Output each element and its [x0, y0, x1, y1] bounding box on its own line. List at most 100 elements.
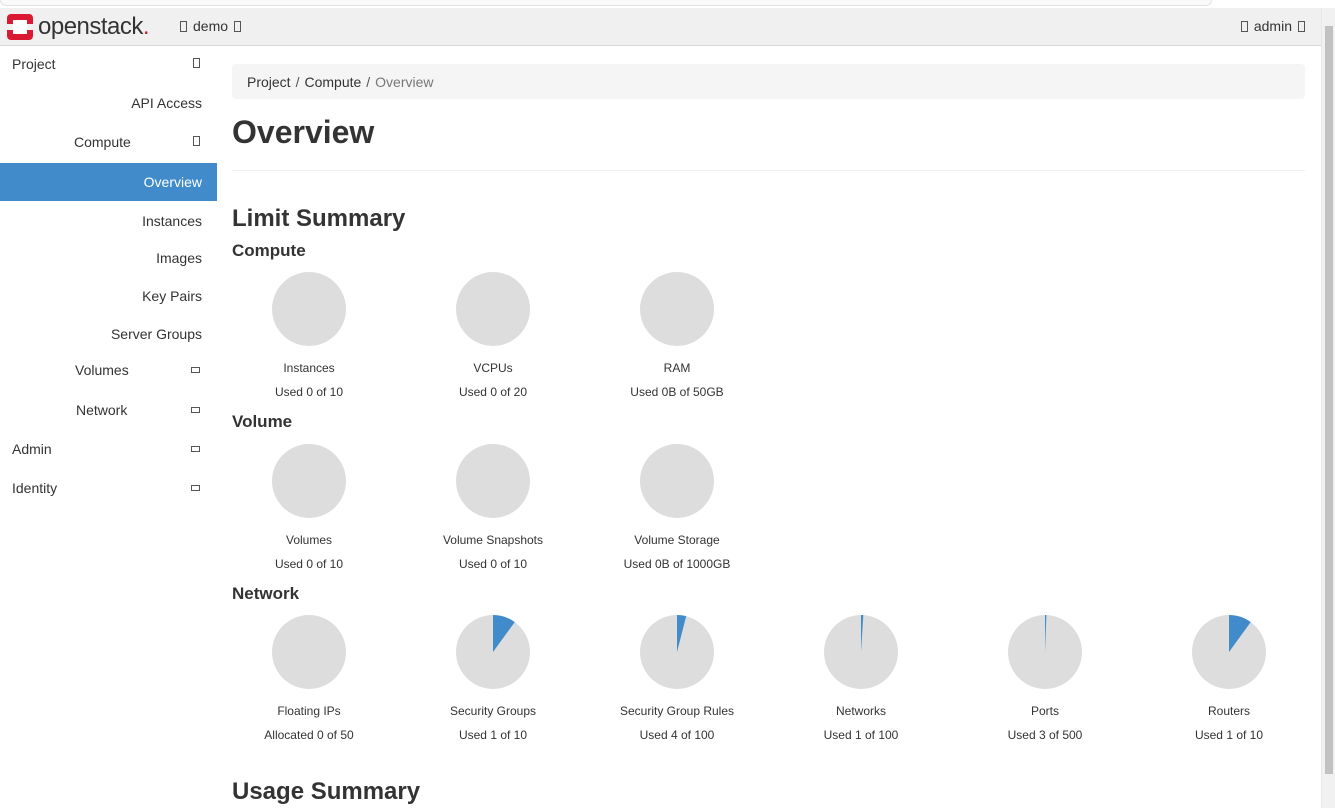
brand-logo[interactable]: openstack.: [6, 12, 150, 42]
pie-remaining-slice: [272, 615, 346, 689]
breadcrumb-separator: /: [295, 73, 300, 90]
caret-down-icon: [234, 20, 242, 32]
pie-graphic: [456, 272, 530, 346]
brand-text: openstack.: [38, 13, 150, 40]
pie-remaining-slice: [272, 272, 346, 346]
pie-usage-text: Used 1 of 10: [1194, 728, 1264, 742]
top-navbar: openstack. demo admin: [0, 8, 1321, 46]
pie-chart-volumes: Volumes Used 0 of 10: [224, 443, 394, 571]
pie-chart-ports: Ports Used 3 of 500: [960, 614, 1130, 742]
pie-graphic: [1192, 615, 1266, 689]
pie-graphic: [640, 615, 714, 689]
network-heading: Network: [232, 584, 300, 603]
pie-chart-networks: Networks Used 1 of 100: [776, 614, 946, 742]
chevron-right-icon: [191, 443, 200, 455]
pie-usage-text: Allocated 0 of 50: [264, 728, 354, 742]
chevron-right-icon: [191, 404, 200, 416]
sidebar-item-images[interactable]: Images: [0, 240, 217, 276]
sidebar-item-admin[interactable]: Admin: [0, 431, 217, 467]
pie-graphic: [272, 444, 346, 518]
pie-usage-text: Used 0 of 10: [274, 385, 344, 399]
pie-graphic: [456, 444, 530, 518]
pie-label: Routers: [1207, 704, 1251, 718]
pie-chart-instances: Instances Used 0 of 10: [224, 271, 394, 399]
page-title: Overview: [232, 114, 375, 150]
sidebar-item-api-access[interactable]: API Access: [0, 85, 217, 121]
limit-summary-heading: Limit Summary: [232, 205, 406, 232]
pie-chart-ram: RAM Used 0B of 50GB: [592, 271, 762, 399]
pie-graphic: [1008, 615, 1082, 689]
pie-label: Security Groups: [449, 704, 537, 718]
pie-graphic: [272, 615, 346, 689]
pie-usage-text: Used 1 of 100: [823, 728, 899, 742]
pie-label: Networks: [835, 704, 886, 718]
sidebar-item-volumes[interactable]: Volumes: [0, 352, 217, 388]
pie-label: Volume Storage: [634, 533, 720, 547]
pie-graphic: [272, 272, 346, 346]
pie-chart-volume-snapshots: Volume Snapshots Used 0 of 10: [408, 443, 578, 571]
volume-heading: Volume: [232, 412, 293, 431]
pie-chart-floating-ips: Floating IPs Allocated 0 of 50: [224, 614, 394, 742]
pie-usage-text: Used 0 of 20: [458, 385, 528, 399]
pie-label: Volume Snapshots: [442, 533, 544, 547]
breadcrumb-separator: /: [366, 73, 371, 90]
breadcrumb-compute[interactable]: Compute: [304, 74, 361, 90]
divider: [232, 170, 1305, 171]
chevron-down-icon: [193, 135, 200, 149]
pie-label: Ports: [1030, 704, 1059, 718]
pie-graphic: [640, 444, 714, 518]
pie-label: Floating IPs: [277, 704, 341, 718]
pie-label: VCPUs: [473, 361, 513, 375]
project-name: demo: [193, 18, 229, 34]
sidebar-item-overview[interactable]: Overview: [0, 163, 217, 201]
pie-usage-text: Used 0 of 10: [458, 557, 528, 571]
sidebar-item-identity[interactable]: Identity: [0, 470, 217, 506]
pie-usage-text: Used 4 of 100: [639, 728, 715, 742]
breadcrumb-current: Overview: [375, 73, 434, 90]
sidebar: Project API Access Compute Overview Inst…: [0, 46, 217, 808]
sidebar-item-instances[interactable]: Instances: [0, 203, 217, 239]
pie-chart-security-group-rules: Security Group Rules Used 4 of 100: [592, 614, 762, 742]
project-selector[interactable]: demo: [180, 18, 242, 34]
caret-down-icon: [1298, 20, 1305, 32]
sidebar-item-key-pairs[interactable]: Key Pairs: [0, 278, 217, 314]
chevron-down-icon: [193, 57, 200, 71]
chevron-right-icon: [191, 482, 200, 494]
pie-chart-volume-storage: Volume Storage Used 0B of 1000GB: [592, 443, 762, 571]
sidebar-item-network[interactable]: Network: [0, 392, 217, 428]
pie-label: Instances: [283, 361, 335, 375]
breadcrumb-project[interactable]: Project: [247, 74, 291, 90]
chevron-right-icon: [191, 364, 200, 376]
pie-remaining-slice: [640, 444, 714, 518]
user-name: admin: [1253, 18, 1292, 34]
pie-label: RAM: [663, 361, 691, 375]
pie-graphic: [456, 615, 530, 689]
pie-chart-security-groups: Security Groups Used 1 of 10: [408, 614, 578, 742]
pie-remaining-slice: [640, 272, 714, 346]
pie-remaining-slice: [456, 444, 530, 518]
pie-chart-vcpus: VCPUs Used 0 of 20: [408, 271, 578, 399]
browser-top-strip: [0, 0, 1335, 8]
pie-usage-text: Used 1 of 10: [458, 728, 528, 742]
sidebar-item-project[interactable]: Project: [0, 46, 217, 82]
sidebar-item-compute[interactable]: Compute: [0, 124, 217, 160]
openstack-logo-icon: [7, 14, 33, 40]
pie-usage-text: Used 0 of 10: [274, 557, 344, 571]
project-icon: [180, 20, 187, 32]
pie-remaining-slice: [272, 444, 346, 518]
pie-usage-text: Used 0B of 50GB: [630, 385, 724, 399]
compute-heading: Compute: [232, 241, 306, 260]
pie-usage-text: Used 3 of 500: [1007, 728, 1083, 742]
pie-remaining-slice: [456, 272, 530, 346]
usage-summary-heading: Usage Summary: [232, 778, 421, 805]
user-menu[interactable]: admin: [1240, 18, 1305, 34]
pie-usage-text: Used 0B of 1000GB: [623, 557, 731, 571]
sidebar-item-server-groups[interactable]: Server Groups: [0, 316, 217, 352]
pie-chart-routers: Routers Used 1 of 10: [1144, 614, 1314, 742]
vertical-scrollbar[interactable]: [1321, 8, 1335, 808]
pie-label: Security Group Rules: [619, 704, 735, 718]
pie-label: Volumes: [285, 533, 333, 547]
user-icon: [1240, 20, 1248, 32]
pie-graphic: [824, 615, 898, 689]
pie-graphic: [640, 272, 714, 346]
